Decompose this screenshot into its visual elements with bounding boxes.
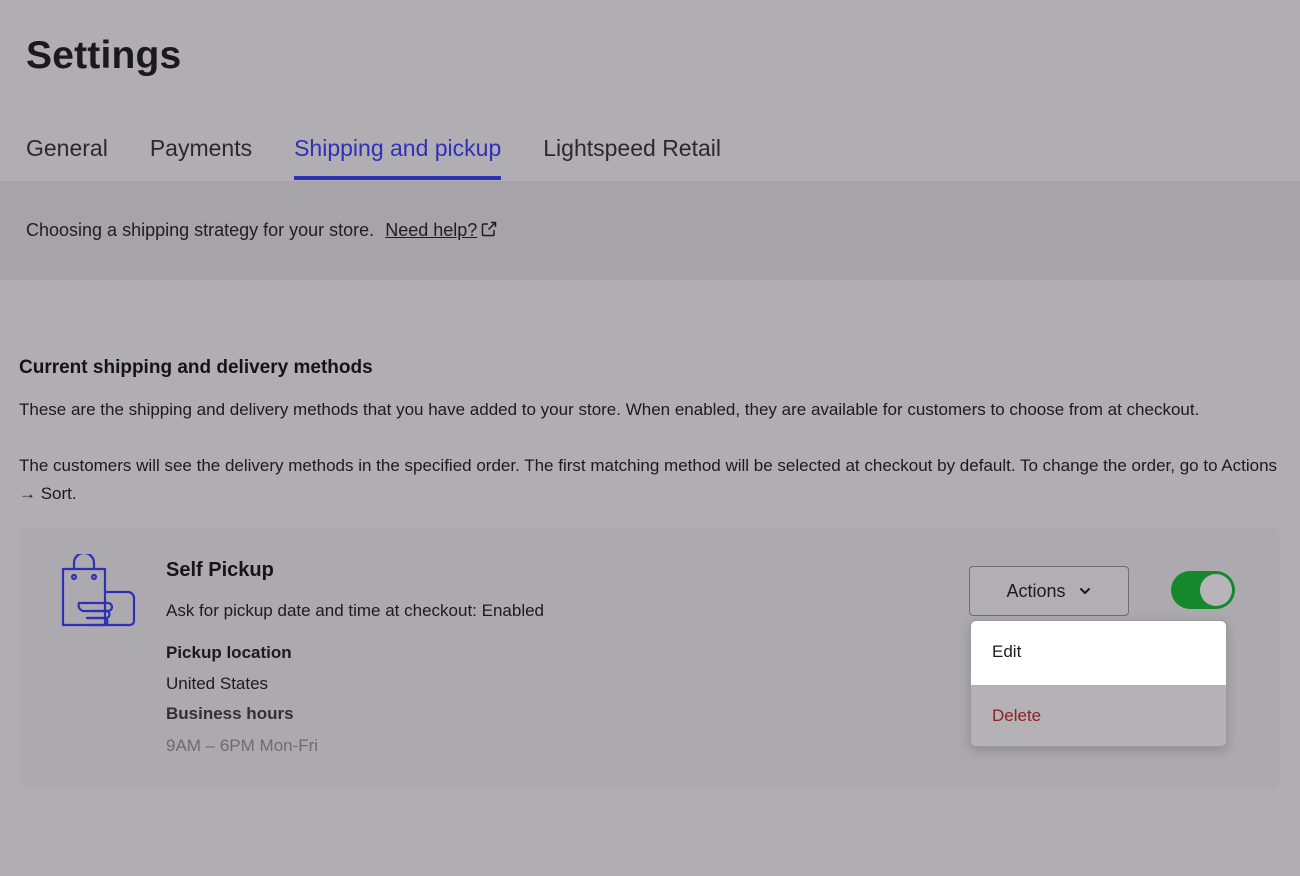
sort-order-description: The customers will see the delivery meth… bbox=[19, 456, 1278, 503]
section-title: Current shipping and delivery methods bbox=[19, 357, 373, 378]
method-name: Self Pickup bbox=[166, 559, 274, 581]
method-enabled-toggle[interactable] bbox=[1171, 571, 1235, 609]
tab-lightspeed-retail[interactable]: Lightspeed Retail bbox=[543, 130, 721, 180]
tab-shipping-and-pickup[interactable]: Shipping and pickup bbox=[294, 130, 502, 180]
method-pickup-date-setting: Ask for pickup date and time at checkout… bbox=[166, 601, 545, 620]
menu-item-edit[interactable]: Edit bbox=[971, 621, 1226, 685]
info-banner: Choosing a shipping strategy for your st… bbox=[0, 181, 1300, 280]
business-hours-value: 9AM – 6PM Mon-Fri bbox=[166, 736, 319, 755]
pickup-location-value: United States bbox=[166, 674, 269, 693]
info-text: Choosing a shipping strategy for your st… bbox=[26, 220, 375, 240]
shopping-bag-hand-icon bbox=[61, 554, 136, 627]
need-help-label: Need help? bbox=[385, 220, 478, 240]
tab-general[interactable]: General bbox=[26, 130, 108, 180]
tab-payments[interactable]: Payments bbox=[150, 130, 252, 180]
need-help-link[interactable]: Need help? bbox=[385, 220, 497, 240]
actions-dropdown-menu: Edit Delete bbox=[970, 620, 1227, 747]
settings-tabs: General Payments Shipping and pickup Lig… bbox=[26, 130, 763, 182]
page-title: Settings bbox=[26, 34, 182, 77]
menu-item-delete[interactable]: Delete bbox=[971, 685, 1226, 746]
pickup-location-label: Pickup location bbox=[166, 643, 292, 662]
actions-button-label: Actions bbox=[1006, 580, 1066, 601]
info-banner-content: Choosing a shipping strategy for your st… bbox=[26, 220, 497, 241]
business-hours-label: Business hours bbox=[166, 704, 294, 723]
actions-button[interactable]: Actions bbox=[969, 566, 1129, 616]
section-description: These are the shipping and delivery meth… bbox=[19, 400, 1200, 419]
toggle-knob bbox=[1200, 574, 1232, 606]
chevron-down-icon bbox=[1079, 588, 1090, 594]
external-link-icon bbox=[482, 221, 497, 237]
